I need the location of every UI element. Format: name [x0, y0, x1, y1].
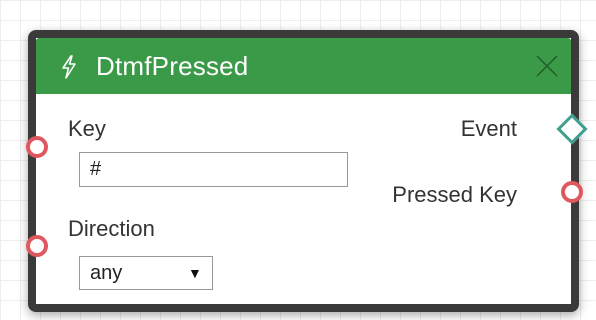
- key-input-port[interactable]: [26, 136, 48, 158]
- key-label: Key: [68, 116, 106, 141]
- node-title: DtmfPressed: [96, 51, 249, 81]
- close-icon: [536, 55, 558, 77]
- bolt-icon: [62, 55, 76, 79]
- event-label: Event: [460, 116, 517, 141]
- pressed-key-label: Pressed Key: [392, 182, 517, 207]
- dtmf-pressed-node[interactable]: DtmfPressed Key Direction any ▼ Event Pr…: [28, 30, 579, 312]
- node-header[interactable]: DtmfPressed: [36, 38, 571, 94]
- direction-select[interactable]: any ▼: [79, 256, 213, 290]
- chevron-down-icon: ▼: [188, 265, 202, 281]
- direction-label: Direction: [68, 216, 155, 241]
- close-button[interactable]: [529, 48, 565, 84]
- direction-input-port[interactable]: [26, 235, 48, 257]
- direction-selected-value: any: [90, 262, 123, 284]
- key-input[interactable]: [79, 152, 348, 187]
- pressed-key-output-port[interactable]: [561, 181, 583, 203]
